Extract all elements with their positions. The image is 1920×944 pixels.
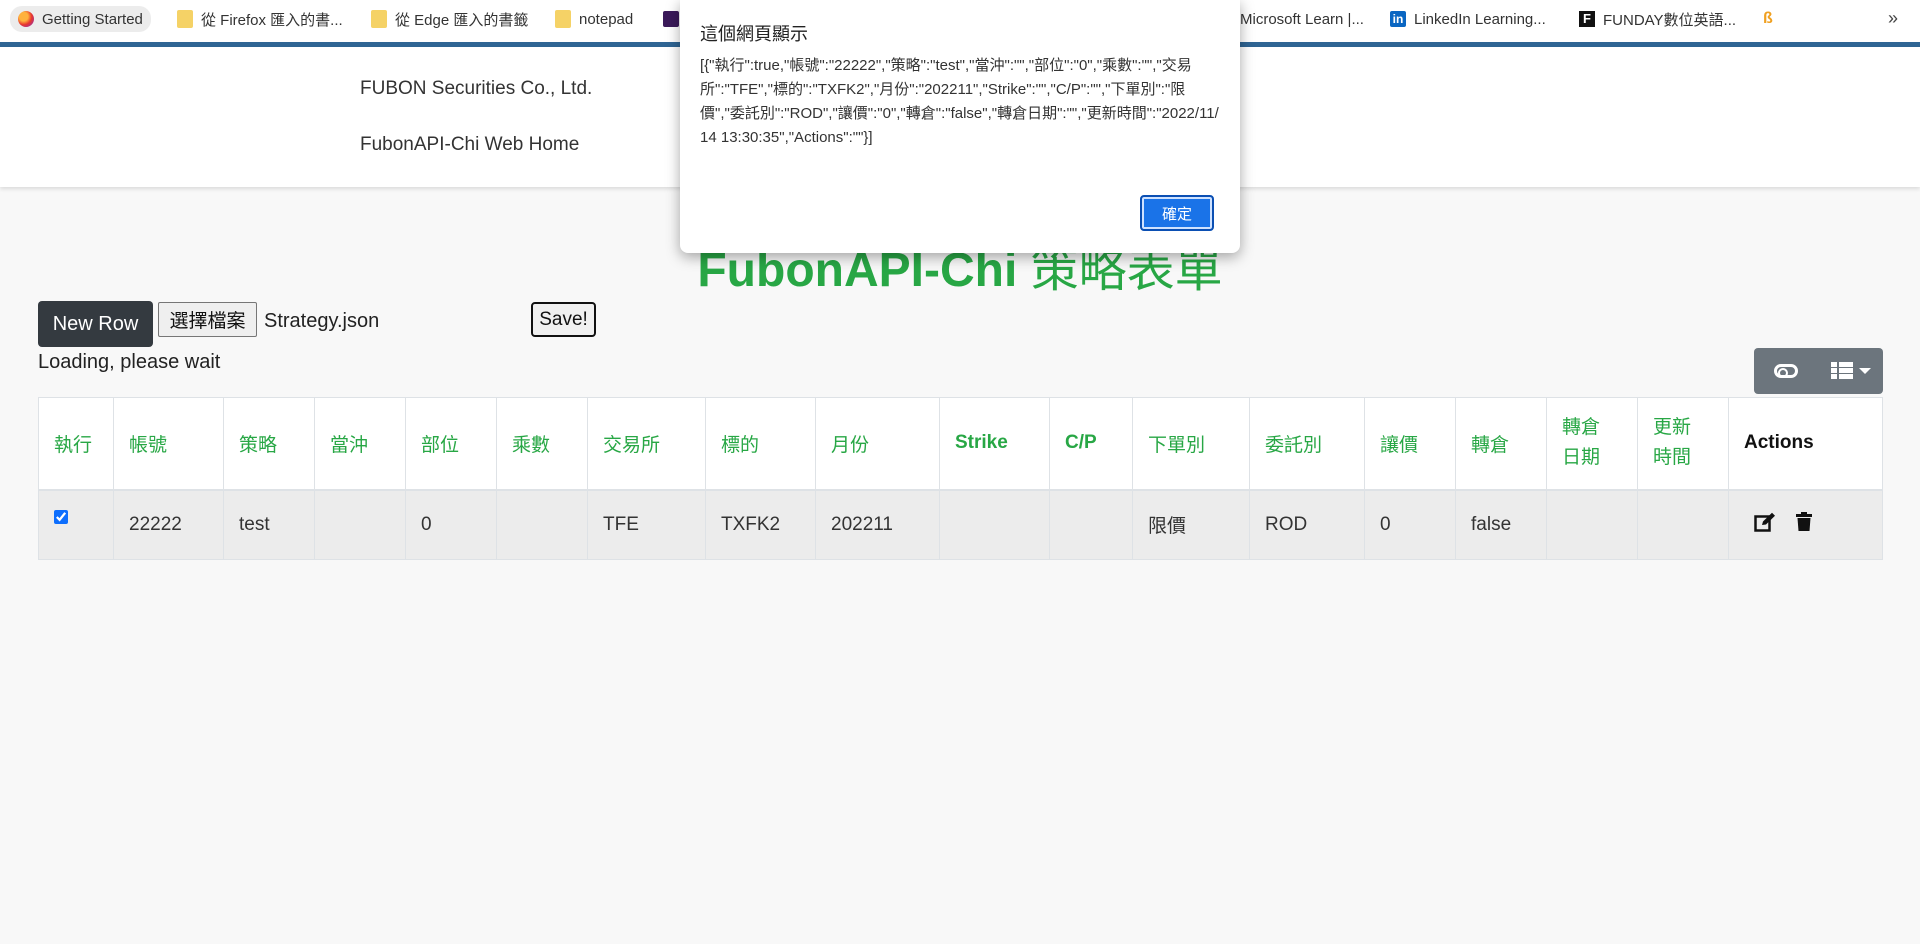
dialog-title: 這個網頁顯示 bbox=[700, 24, 808, 44]
folder-icon bbox=[555, 10, 571, 28]
dialog-message: [{"執行":true,"帳號":"22222","策略":"test","當沖… bbox=[700, 57, 1219, 146]
cell-rollover[interactable]: false bbox=[1455, 489, 1547, 560]
toggle-view-button[interactable] bbox=[1754, 348, 1819, 394]
table-columns-icon bbox=[1830, 362, 1853, 380]
cell-update-time[interactable] bbox=[1637, 489, 1729, 560]
home-link[interactable]: FubonAPI-Chi Web Home bbox=[360, 134, 579, 156]
folder-icon bbox=[177, 10, 193, 28]
folder-icon bbox=[371, 10, 387, 28]
col-header-update-time[interactable]: 更新 時間 bbox=[1637, 397, 1729, 491]
save-button[interactable]: Save! bbox=[531, 302, 596, 337]
col-header-strike[interactable]: Strike bbox=[939, 397, 1050, 491]
bookmark-label: 從 Firefox 匯入的書... bbox=[201, 11, 343, 29]
col-header-strategy[interactable]: 策略 bbox=[223, 397, 315, 491]
trash-icon[interactable] bbox=[1796, 512, 1812, 537]
cell-daytrade[interactable] bbox=[314, 489, 406, 560]
cell-account[interactable]: 22222 bbox=[113, 489, 224, 560]
col-header-symbol[interactable]: 標的 bbox=[705, 397, 816, 491]
cell-multiplier[interactable] bbox=[496, 489, 588, 560]
new-row-button[interactable]: New Row bbox=[38, 301, 153, 347]
col-header-month[interactable]: 月份 bbox=[815, 397, 940, 491]
cell-exchange[interactable]: TFE bbox=[587, 489, 706, 560]
col-header-order-type[interactable]: 下單別 bbox=[1132, 397, 1250, 491]
bookmark-folder-firefox[interactable]: 從 Firefox 匯入的書... bbox=[177, 8, 343, 30]
cell-strike[interactable] bbox=[939, 489, 1050, 560]
cell-symbol[interactable]: TXFK2 bbox=[705, 489, 816, 560]
bookmark-label: LinkedIn Learning... bbox=[1414, 10, 1546, 28]
cell-execute bbox=[38, 489, 114, 560]
table-row: 22222 test 0 TFE TXFK2 202211 限價 ROD 0 f… bbox=[38, 489, 1883, 560]
company-name[interactable]: FUBON Securities Co., Ltd. bbox=[360, 78, 592, 100]
col-header-multiplier[interactable]: 乘數 bbox=[496, 397, 588, 491]
selected-file-name: Strategy.json bbox=[264, 310, 380, 332]
bookmark-linkedin-learning[interactable]: in LinkedIn Learning... bbox=[1390, 8, 1546, 30]
bookmark-label: FUNDAY數位英語... bbox=[1603, 11, 1737, 29]
bookmarks-overflow-icon[interactable]: » bbox=[1888, 8, 1898, 29]
chevron-down-icon bbox=[1858, 368, 1871, 374]
col-header-daytrade[interactable]: 當沖 bbox=[314, 397, 406, 491]
cell-price-offset[interactable]: 0 bbox=[1364, 489, 1456, 560]
col-header-price-offset[interactable]: 讓價 bbox=[1364, 397, 1456, 491]
bookmark-microsoft-learn[interactable]: Microsoft Learn |... bbox=[1240, 8, 1364, 30]
cell-month[interactable]: 202211 bbox=[815, 489, 940, 560]
bookmark-getting-started[interactable]: Getting Started bbox=[10, 6, 151, 32]
bookmark-label: Microsoft Learn |... bbox=[1240, 10, 1364, 28]
funday-icon: F bbox=[1579, 11, 1595, 27]
loading-status: Loading, please wait bbox=[38, 351, 221, 373]
col-header-exchange[interactable]: 交易所 bbox=[587, 397, 706, 491]
bookmark-media[interactable] bbox=[663, 8, 679, 30]
bookmark-icon: ß bbox=[1763, 10, 1773, 27]
table-toolbar bbox=[1754, 348, 1883, 394]
cell-actions bbox=[1728, 489, 1883, 560]
bookmark-funday[interactable]: F FUNDAY數位英語... bbox=[1579, 8, 1736, 30]
bookmark-folder-edge[interactable]: 從 Edge 匯入的書籤 bbox=[371, 8, 528, 30]
col-header-account[interactable]: 帳號 bbox=[113, 397, 224, 491]
col-header-rollover[interactable]: 轉倉 bbox=[1455, 397, 1547, 491]
bookmark-label: 從 Edge 匯入的書籤 bbox=[395, 11, 529, 29]
columns-dropdown-button[interactable] bbox=[1819, 348, 1884, 394]
bookmark-label: Getting Started bbox=[42, 10, 143, 28]
col-header-cp[interactable]: C/P bbox=[1049, 397, 1133, 491]
edit-icon[interactable] bbox=[1754, 512, 1776, 538]
cell-order-type[interactable]: 限價 bbox=[1132, 489, 1250, 560]
col-header-execute[interactable]: 執行 bbox=[38, 397, 114, 491]
toggle-icon bbox=[1774, 364, 1799, 378]
cell-time-in-force[interactable]: ROD bbox=[1249, 489, 1365, 560]
cell-strategy[interactable]: test bbox=[223, 489, 315, 560]
table-header-row: 執行 帳號 策略 當沖 部位 乘數 交易所 標的 月份 Strike C/P 下… bbox=[38, 397, 1883, 491]
linkedin-icon: in bbox=[1390, 11, 1406, 27]
col-header-time-in-force[interactable]: 委託別 bbox=[1249, 397, 1365, 491]
media-icon bbox=[663, 11, 679, 27]
col-header-position[interactable]: 部位 bbox=[405, 397, 497, 491]
col-header-rollover-date[interactable]: 轉倉 日期 bbox=[1546, 397, 1638, 491]
bookmark-extra[interactable]: ß bbox=[1763, 8, 1779, 30]
cell-cp[interactable] bbox=[1049, 489, 1133, 560]
execute-checkbox[interactable] bbox=[54, 509, 68, 524]
col-header-actions: Actions bbox=[1728, 397, 1883, 491]
cell-position[interactable]: 0 bbox=[405, 489, 497, 560]
strategy-table: 執行 帳號 策略 當沖 部位 乘數 交易所 標的 月份 Strike C/P 下… bbox=[38, 397, 1883, 560]
cell-rollover-date[interactable] bbox=[1546, 489, 1638, 560]
bookmark-folder-notepad[interactable]: notepad bbox=[555, 8, 633, 30]
bookmark-label: notepad bbox=[579, 10, 634, 28]
alert-dialog: 這個網頁顯示 [{"執行":true,"帳號":"22222","策略":"te… bbox=[680, 0, 1240, 253]
firefox-icon bbox=[18, 11, 34, 27]
ok-button[interactable]: 確定 bbox=[1140, 195, 1214, 231]
choose-file-button[interactable]: 選擇檔案 bbox=[158, 302, 257, 337]
